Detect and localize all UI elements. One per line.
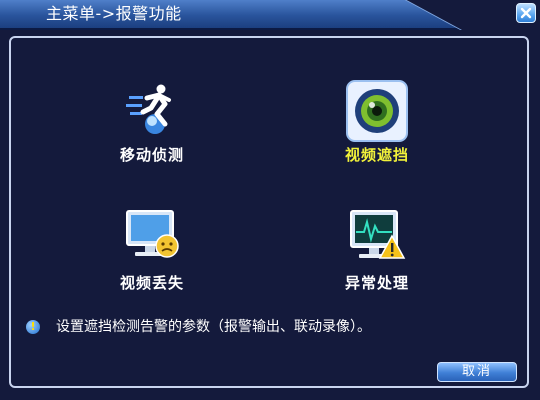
menu-item-motion-detect[interactable]: 移动侦测 [72,80,232,170]
camera-eye-icon [346,80,408,142]
monitor-warning-icon [346,208,408,270]
close-icon [520,7,532,19]
menu-item-label: 异常处理 [344,274,409,292]
menu-item-label: 视频遮挡 [344,146,409,164]
window-title: 主菜单->报警功能 [46,4,182,23]
menu-item-abnormal[interactable]: 异常处理 [297,208,457,298]
cancel-button[interactable]: 取消 [437,362,517,382]
menu-item-label: 视频丢失 [119,274,184,292]
close-button[interactable] [516,3,536,23]
monitor-sad-face-icon [121,208,183,270]
running-man-icon [121,80,183,142]
menu-item-video-blind[interactable]: 视频遮挡 [297,80,457,170]
content-panel: 移动侦测 视频遮挡 视频丢失 异常处理 ! 设置遮挡检测告警的参数（报警输出、联… [9,36,529,388]
info-icon: ! [26,320,40,334]
info-text: 设置遮挡检测告警的参数（报警输出、联动录像）。 [56,319,371,335]
alarm-function-dialog: 主菜单->报警功能 移动侦测 视频遮挡 视频丢失 异常处理 ! 设置遮挡检测告警… [0,0,540,400]
menu-item-label: 移动侦测 [119,146,184,164]
menu-item-video-loss[interactable]: 视频丢失 [72,208,232,298]
title-bar: 主菜单->报警功能 [0,0,540,30]
